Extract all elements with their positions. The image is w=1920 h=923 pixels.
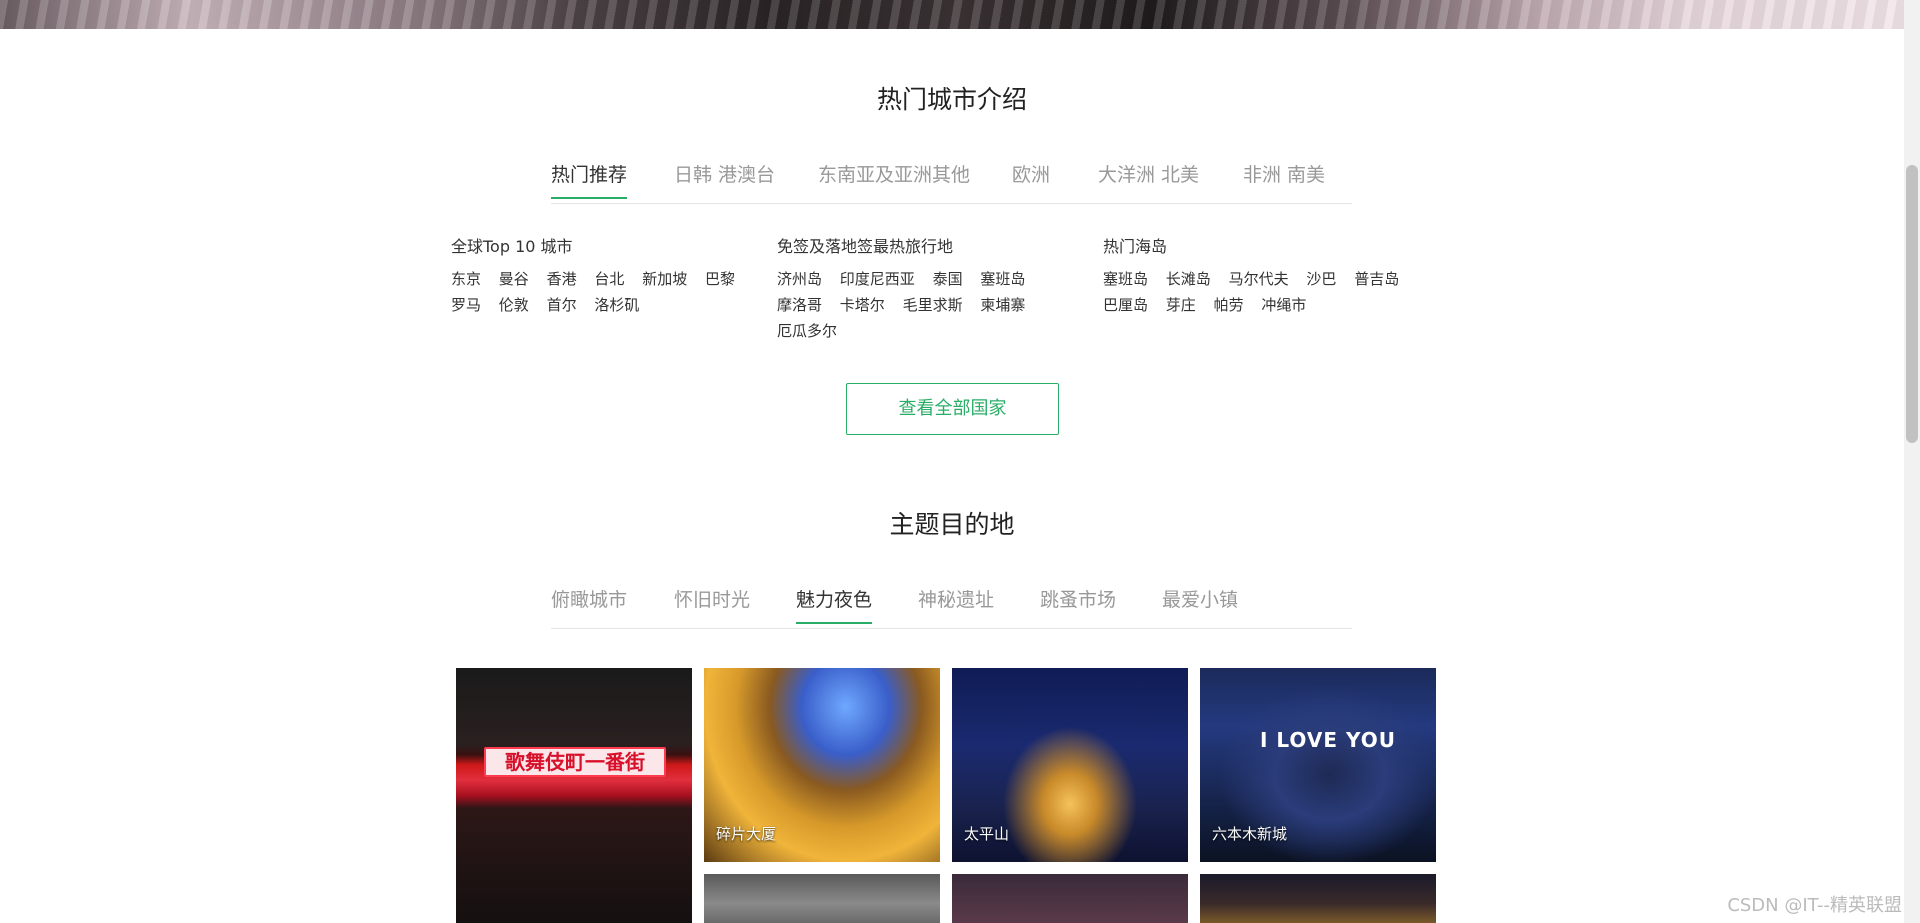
city-link[interactable]: 厄瓜多尔 xyxy=(777,320,837,341)
city-link[interactable]: 泰国 xyxy=(933,268,963,289)
tab-europe[interactable]: 欧洲 xyxy=(1012,160,1050,197)
city-row: 罗马 伦敦 首尔 洛杉矶 xyxy=(451,294,652,315)
card-label: 碎片大厦 xyxy=(716,825,777,843)
city-link[interactable]: 台北 xyxy=(594,268,624,289)
city-row: 塞班岛 长滩岛 马尔代夫 沙巴 普吉岛 xyxy=(1103,268,1412,289)
tab-oceania-north-america[interactable]: 大洋洲 北美 xyxy=(1098,160,1199,197)
city-row: 东京 曼谷 香港 台北 新加坡 巴黎 xyxy=(451,268,748,289)
tab-hot-recommend[interactable]: 热门推荐 xyxy=(551,160,628,199)
city-link[interactable]: 毛里求斯 xyxy=(903,294,963,315)
city-link[interactable]: 东京 xyxy=(451,268,481,289)
column-title-visa-free: 免签及落地签最热旅行地 xyxy=(777,237,954,256)
city-link[interactable]: 长滩岛 xyxy=(1166,268,1211,289)
city-link[interactable]: 塞班岛 xyxy=(1103,268,1148,289)
city-link[interactable]: 首尔 xyxy=(547,294,577,315)
tab-charming-night[interactable]: 魅力夜色 xyxy=(796,585,873,624)
column-title-top10: 全球Top 10 城市 xyxy=(451,237,573,256)
city-row: 济州岛 印度尼西亚 泰国 塞班岛 xyxy=(777,268,1038,289)
city-link[interactable]: 洛杉矶 xyxy=(594,294,639,315)
page-scrollbar[interactable] xyxy=(1904,0,1920,923)
city-link[interactable]: 香港 xyxy=(547,268,577,289)
city-link[interactable]: 巴厘岛 xyxy=(1103,294,1148,315)
tab-overlook-city[interactable]: 俯瞰城市 xyxy=(551,585,627,622)
city-link[interactable]: 马尔代夫 xyxy=(1229,268,1289,289)
city-link[interactable]: 柬埔寨 xyxy=(980,294,1025,315)
themes-title: 主题目的地 xyxy=(889,510,1015,539)
destination-card-kabukicho[interactable]: 歌舞伎町一番街 xyxy=(456,668,692,923)
city-link[interactable]: 沙巴 xyxy=(1306,268,1336,289)
city-link[interactable]: 罗马 xyxy=(451,294,481,315)
destination-card-roppongi-hills[interactable]: I LOVE YOU 六本木新城 xyxy=(1200,668,1436,862)
destination-card[interactable] xyxy=(1200,874,1436,923)
destination-card-shard[interactable]: 碎片大厦 xyxy=(704,668,940,862)
themes-tabbar: 俯瞰城市 怀旧时光 魅力夜色 神秘遗址 跳蚤市场 最爱小镇 xyxy=(551,585,1352,629)
love-overlay-text: I LOVE YOU xyxy=(1260,728,1397,752)
tab-mysterious-ruins[interactable]: 神秘遗址 xyxy=(918,585,994,622)
city-link[interactable]: 卡塔尔 xyxy=(840,294,885,315)
csdn-watermark: CSDN @IT--精英联盟 xyxy=(1727,895,1902,916)
card-label: 六本木新城 xyxy=(1212,825,1288,843)
destination-card[interactable] xyxy=(952,874,1188,923)
city-link[interactable]: 伦敦 xyxy=(499,294,529,315)
city-link[interactable]: 芽庄 xyxy=(1166,294,1196,315)
city-link[interactable]: 普吉岛 xyxy=(1354,268,1399,289)
city-link[interactable]: 帕劳 xyxy=(1214,294,1244,315)
city-link[interactable]: 巴黎 xyxy=(705,268,735,289)
city-link[interactable]: 摩洛哥 xyxy=(777,294,822,315)
city-row: 巴厘岛 芽庄 帕劳 冲绳市 xyxy=(1103,294,1319,315)
city-row: 厄瓜多尔 xyxy=(777,320,850,341)
city-row: 摩洛哥 卡塔尔 毛里求斯 柬埔寨 xyxy=(777,294,1038,315)
city-link[interactable]: 印度尼西亚 xyxy=(840,268,915,289)
hero-banner-image xyxy=(0,0,1920,29)
scrollbar-thumb[interactable] xyxy=(1906,165,1918,443)
city-link[interactable]: 冲绳市 xyxy=(1261,294,1306,315)
city-link[interactable]: 曼谷 xyxy=(499,268,529,289)
tab-japan-korea-hk-tw[interactable]: 日韩 港澳台 xyxy=(674,160,775,197)
kabukicho-sign: 歌舞伎町一番街 xyxy=(484,747,666,777)
destination-card-taiping-shan[interactable]: 太平山 xyxy=(952,668,1188,862)
column-title-islands: 热门海岛 xyxy=(1103,237,1168,256)
destination-card[interactable] xyxy=(704,874,940,923)
tab-flea-market[interactable]: 跳蚤市场 xyxy=(1040,585,1116,622)
card-label: 太平山 xyxy=(964,825,1010,843)
tab-nostalgic-time[interactable]: 怀旧时光 xyxy=(674,585,750,622)
city-link[interactable]: 济州岛 xyxy=(777,268,822,289)
view-all-countries-button[interactable]: 查看全部国家 xyxy=(846,383,1059,435)
city-link[interactable]: 新加坡 xyxy=(642,268,687,289)
hot-cities-tabbar: 热门推荐 日韩 港澳台 东南亚及亚洲其他 欧洲 大洋洲 北美 非洲 南美 xyxy=(551,160,1352,204)
tab-southeast-asia[interactable]: 东南亚及亚洲其他 xyxy=(818,160,970,197)
hot-cities-title: 热门城市介绍 xyxy=(876,85,1027,114)
tab-africa-south-america[interactable]: 非洲 南美 xyxy=(1243,160,1325,197)
tab-favorite-town[interactable]: 最爱小镇 xyxy=(1162,585,1238,622)
city-link[interactable]: 塞班岛 xyxy=(980,268,1025,289)
